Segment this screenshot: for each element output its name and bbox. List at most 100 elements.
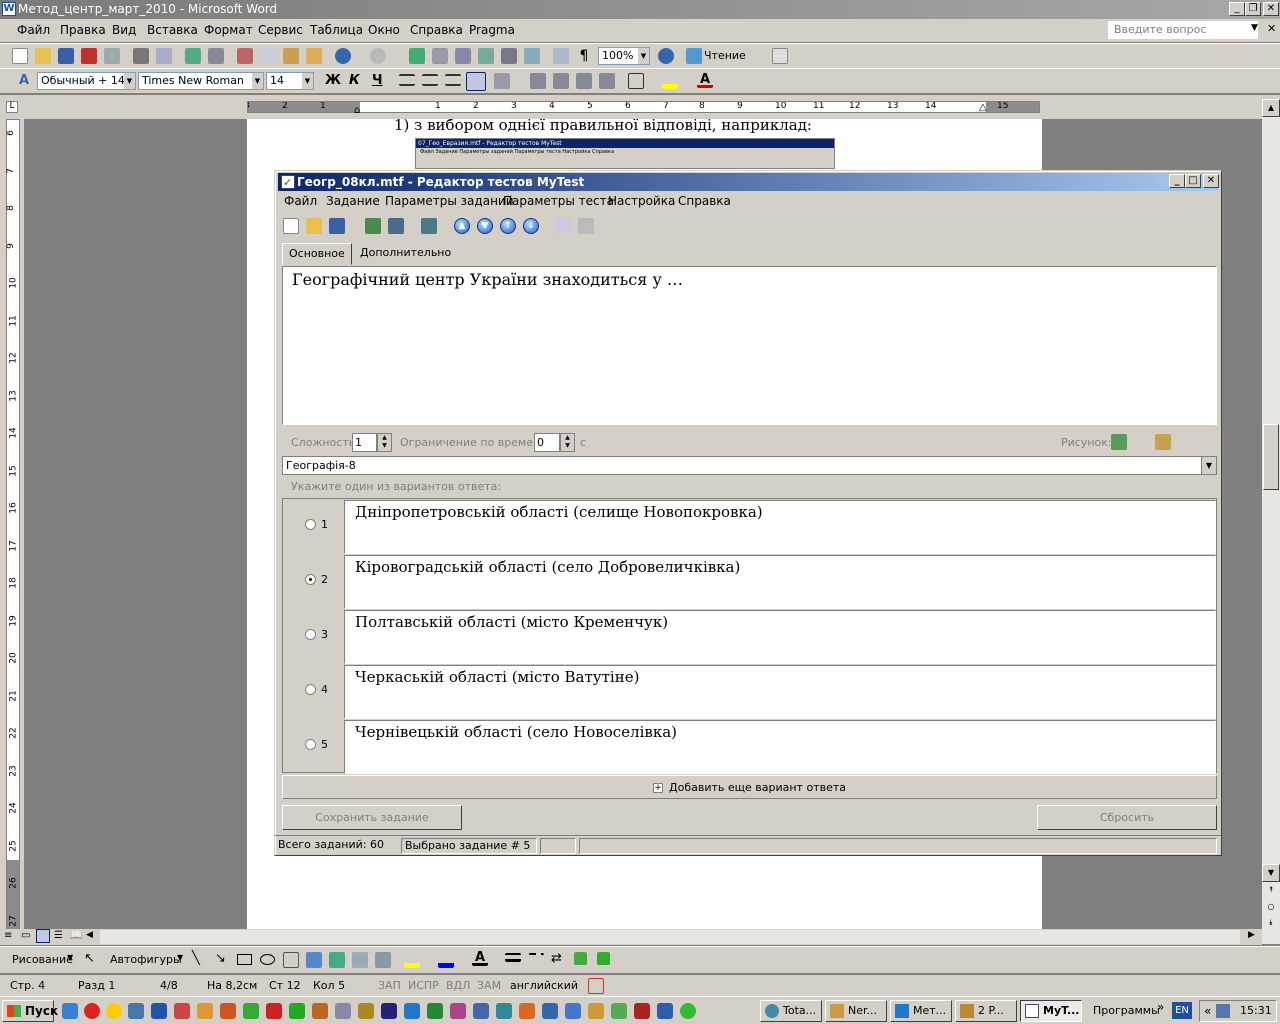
app-icon[interactable] bbox=[473, 1003, 489, 1019]
menu-insert[interactable]: Вставка bbox=[147, 23, 198, 37]
outline-view-icon[interactable]: ☰ bbox=[54, 930, 63, 941]
oval-icon[interactable] bbox=[260, 954, 275, 965]
paste-picture-icon[interactable] bbox=[1155, 434, 1171, 450]
app-icon[interactable] bbox=[542, 1003, 558, 1019]
italic-button[interactable]: К bbox=[349, 73, 360, 88]
research-icon[interactable] bbox=[208, 48, 224, 64]
line-color-icon[interactable] bbox=[438, 952, 454, 968]
chevron-down-icon[interactable]: ▼ bbox=[67, 953, 73, 962]
chevron-right-icon[interactable]: » bbox=[1157, 1000, 1164, 1014]
app-icon[interactable] bbox=[496, 1003, 512, 1019]
app-icon[interactable] bbox=[381, 1003, 397, 1019]
arrow-icon[interactable]: ↘ bbox=[215, 951, 226, 966]
close-icon[interactable]: ✕ bbox=[1203, 174, 1219, 188]
menu-window[interactable]: Окно bbox=[368, 23, 400, 37]
font-color-icon[interactable]: A bbox=[697, 72, 713, 88]
maximize-icon[interactable]: □ bbox=[1185, 174, 1201, 188]
last-task-icon[interactable]: ↓ bbox=[523, 218, 539, 234]
app-icon[interactable] bbox=[289, 1003, 305, 1019]
scroll-left-icon[interactable]: ◀ bbox=[86, 930, 93, 940]
align-right-icon[interactable] bbox=[445, 74, 461, 86]
task-word[interactable]: Мет... bbox=[890, 1000, 952, 1022]
tab-stop-selector-icon[interactable]: L bbox=[6, 101, 18, 113]
menu-help[interactable]: Справка bbox=[410, 23, 463, 37]
prev-page-icon[interactable]: ⯭ bbox=[1262, 882, 1280, 900]
increase-indent-icon[interactable] bbox=[599, 73, 615, 89]
print-layout-view-icon[interactable] bbox=[36, 929, 50, 943]
prev-task-icon[interactable]: ↑ bbox=[500, 218, 516, 234]
drawing-icon[interactable] bbox=[524, 48, 540, 64]
minimize-icon[interactable]: _ bbox=[1229, 2, 1245, 16]
close-icon[interactable]: ✕ bbox=[1263, 2, 1279, 16]
mytest-title-bar[interactable]: Геогр_08кл.mtf - Редактор тестов MyTest … bbox=[278, 173, 1219, 192]
answer-text[interactable]: Полтавській області (місто Кременчук) bbox=[344, 610, 1216, 664]
paste-icon[interactable] bbox=[578, 218, 594, 234]
answer-radio-4[interactable] bbox=[305, 684, 316, 695]
open-icon[interactable] bbox=[35, 48, 51, 64]
pilcrow-icon[interactable]: ¶ bbox=[576, 48, 592, 64]
format-painter-icon[interactable] bbox=[306, 48, 322, 64]
align-center-icon[interactable] bbox=[422, 74, 438, 86]
cut-icon[interactable] bbox=[237, 48, 253, 64]
restore-icon[interactable]: ❐ bbox=[1245, 2, 1261, 16]
save-task-button[interactable]: Сохранить задание bbox=[282, 805, 462, 830]
answer-text[interactable]: Черкаській області (місто Ватутіне) bbox=[344, 665, 1216, 719]
answer-text[interactable]: Чернівецькій області (село Новоселівка) bbox=[344, 720, 1216, 774]
normal-view-icon[interactable]: ≡ bbox=[4, 930, 12, 941]
status-ovr[interactable]: ЗАМ bbox=[477, 979, 501, 992]
app-icon[interactable] bbox=[680, 1003, 696, 1019]
status-ext[interactable]: ВДЛ bbox=[446, 979, 470, 992]
select-objects-icon[interactable]: ↖ bbox=[84, 951, 95, 966]
bold-button[interactable]: Ж bbox=[325, 73, 341, 88]
open-folder-icon[interactable] bbox=[306, 218, 322, 234]
fill-color-icon[interactable] bbox=[404, 952, 420, 968]
powerpoint-icon[interactable] bbox=[519, 1003, 535, 1019]
mt-menu-task[interactable]: Задание bbox=[326, 194, 380, 208]
menu-table[interactable]: Таблица bbox=[310, 23, 363, 37]
app-icon[interactable] bbox=[243, 1003, 259, 1019]
styles-icon[interactable]: A bbox=[16, 73, 32, 89]
add-task-icon[interactable] bbox=[365, 218, 381, 234]
ie-icon[interactable] bbox=[62, 1003, 78, 1019]
task-list-icon[interactable] bbox=[421, 218, 437, 234]
start-button[interactable]: Пуск bbox=[2, 1000, 58, 1022]
mt-menu-file[interactable]: Файл bbox=[284, 194, 317, 208]
help-icon[interactable] bbox=[658, 48, 674, 64]
picture-icon[interactable] bbox=[375, 952, 391, 968]
spin-arrows-icon[interactable]: ▲ ▼ bbox=[560, 433, 575, 452]
tab-additional[interactable]: Дополнительно bbox=[354, 243, 457, 265]
app-icon[interactable] bbox=[588, 1003, 604, 1019]
first-task-icon[interactable]: ▲ bbox=[454, 218, 470, 234]
dash-style-icon[interactable] bbox=[528, 953, 544, 962]
pdf-icon[interactable] bbox=[266, 1003, 282, 1019]
app-icon[interactable] bbox=[358, 1003, 374, 1019]
spin-arrows-icon[interactable]: ▲ ▼ bbox=[377, 433, 392, 452]
drawing-menu-button[interactable]: Рисование bbox=[12, 953, 73, 966]
undo-icon[interactable] bbox=[335, 48, 351, 64]
answer-radio-2[interactable] bbox=[305, 574, 316, 585]
line-spacing-icon[interactable] bbox=[494, 73, 510, 89]
question-editor[interactable]: Географічний центр України знаходиться у… bbox=[282, 266, 1217, 425]
shadow-icon[interactable] bbox=[574, 952, 587, 965]
indent-marker-icon[interactable]: ⌂ bbox=[354, 105, 360, 116]
answer-text[interactable]: Дніпропетровській області (селище Новопо… bbox=[344, 500, 1216, 554]
font-select[interactable]: Times New Roman ▼ bbox=[138, 72, 264, 90]
next-task-icon[interactable]: ▼ bbox=[477, 218, 493, 234]
difficulty-spinner[interactable]: 1 ▲ ▼ bbox=[352, 433, 392, 452]
menu-edit[interactable]: Правка bbox=[60, 23, 106, 37]
bullets-icon[interactable] bbox=[553, 73, 569, 89]
new-doc-icon[interactable] bbox=[12, 48, 28, 64]
chrome-icon[interactable] bbox=[106, 1003, 122, 1019]
clock[interactable]: 15:31 bbox=[1240, 1001, 1272, 1021]
diagram-icon[interactable] bbox=[329, 952, 345, 968]
autoshapes-menu-button[interactable]: Автофигуры bbox=[110, 953, 182, 966]
mt-menu-task-params[interactable]: Параметры заданий bbox=[385, 194, 514, 208]
app-icon[interactable] bbox=[312, 1003, 328, 1019]
redo-icon[interactable] bbox=[370, 48, 386, 64]
vertical-scrollbar[interactable]: ▲ ▼ ⯭ ○ ⯯ bbox=[1262, 99, 1280, 944]
answer-radio-5[interactable] bbox=[305, 739, 316, 750]
time-limit-spinner[interactable]: 0 ▲ ▼ bbox=[534, 433, 575, 452]
app-icon[interactable] bbox=[611, 1003, 627, 1019]
question-text[interactable]: Географічний центр України знаходиться у… bbox=[292, 270, 683, 289]
menu-tools[interactable]: Сервис bbox=[258, 23, 303, 37]
